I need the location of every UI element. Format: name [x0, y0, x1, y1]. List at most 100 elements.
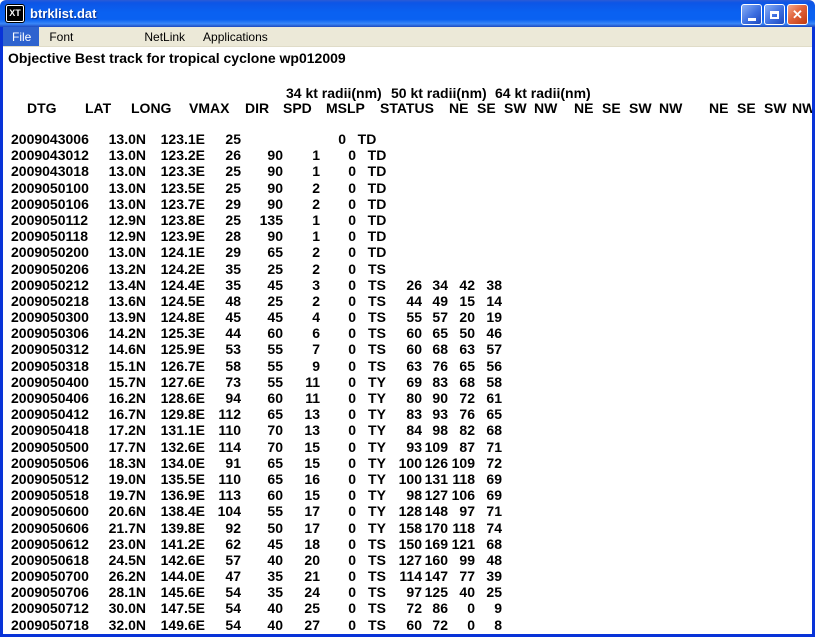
menu-font[interactable]: Font [41, 27, 81, 46]
cell-r34-ne: 93 [398, 439, 422, 455]
maximize-button[interactable] [764, 4, 785, 25]
cell-spd: 17 [283, 503, 320, 519]
cell-mslp: 0 [320, 374, 356, 390]
cell-r34-ne: 80 [398, 390, 422, 406]
close-icon: ✕ [792, 8, 803, 21]
table-row: 200905051219.0N135.5E11065160TY100131118… [3, 471, 812, 487]
menu-applications[interactable]: Applications [195, 27, 276, 46]
cell-r34-nw: 71 [475, 439, 502, 455]
table-row: 200905041216.7N129.8E11265130TY83937665 [3, 406, 812, 422]
cell-r34-sw: 77 [448, 568, 475, 584]
menu-netlink[interactable]: NetLink [136, 27, 193, 46]
cell-long: 136.9E [146, 487, 205, 503]
cell-r34-nw [475, 228, 502, 244]
cell-spd: 17 [283, 520, 320, 536]
cell-vmax: 25 [205, 131, 241, 147]
cell-r34-sw [448, 228, 475, 244]
cell-r34-nw [475, 163, 502, 179]
menubar: FileFont NetLinkApplications [3, 27, 812, 47]
cell-status: TS [356, 584, 398, 600]
cell-r34-nw: 57 [475, 341, 502, 357]
cell-vmax: 54 [205, 617, 241, 633]
cell-r34-ne: 158 [398, 520, 422, 536]
column-header-nw-19: NW [792, 100, 812, 116]
cell-r34-ne: 97 [398, 584, 422, 600]
close-button[interactable]: ✕ [787, 4, 808, 25]
table-row: 200905050017.7N132.6E11470150TY931098771 [3, 439, 812, 455]
cell-r34-sw: 15 [448, 293, 475, 309]
cell-r34-nw: 68 [475, 536, 502, 552]
cell-mslp: 0 [320, 455, 356, 471]
cell-vmax: 25 [205, 163, 241, 179]
table-row: 200905070026.2N144.0E4735210TS1141477739 [3, 568, 812, 584]
cell-lat: 13.0N [92, 147, 146, 163]
cell-r34-sw [448, 147, 475, 163]
cell-dir: 55 [241, 358, 283, 374]
cell-r34-sw: 72 [448, 390, 475, 406]
cell-long: 123.2E [146, 147, 205, 163]
cell-dir: 65 [241, 455, 283, 471]
cell-status: TS [356, 309, 398, 325]
cell-r34-nw [475, 180, 502, 196]
cell-mslp: 0 [320, 277, 356, 293]
cell-vmax: 113 [205, 487, 241, 503]
minimize-button[interactable] [741, 4, 762, 25]
cell-vmax: 62 [205, 536, 241, 552]
cell-dtg: 2009050206 [3, 261, 92, 277]
app-icon[interactable]: XT [6, 5, 24, 22]
cell-r34-ne [398, 131, 422, 147]
maximize-icon [770, 11, 779, 19]
cell-spd: 13 [283, 406, 320, 422]
cell-dtg: 2009050406 [3, 390, 92, 406]
cell-dir: 35 [241, 568, 283, 584]
cell-mslp: 0 [320, 180, 356, 196]
cell-r34-nw: 71 [475, 503, 502, 519]
cell-long: 123.1E [146, 131, 205, 147]
cell-status: TY [356, 503, 398, 519]
cell-dtg: 2009050512 [3, 471, 92, 487]
cell-vmax: 25 [205, 212, 241, 228]
table-row: 200905040015.7N127.6E7355110TY69836858 [3, 374, 812, 390]
cell-dir: 40 [241, 600, 283, 616]
cell-dir: 65 [241, 406, 283, 422]
cell-status: TS [356, 293, 398, 309]
cell-r34-sw: 65 [448, 358, 475, 374]
titlebar[interactable]: XT btrklist.dat ✕ [0, 0, 815, 27]
cell-r34-se: 169 [422, 536, 448, 552]
cell-lat: 13.0N [92, 196, 146, 212]
cell-dtg: 2009050106 [3, 196, 92, 212]
cell-mslp: 0 [320, 325, 356, 341]
cell-r34-se: 76 [422, 358, 448, 374]
cell-spd: 6 [283, 325, 320, 341]
cell-mslp: 0 [320, 471, 356, 487]
cell-dtg: 2009050100 [3, 180, 92, 196]
cell-mslp: 0 [320, 552, 356, 568]
cell-long: 125.9E [146, 341, 205, 357]
cell-spd: 11 [283, 374, 320, 390]
cell-spd: 1 [283, 212, 320, 228]
cell-dtg: 2009050400 [3, 374, 92, 390]
cell-mslp: 0 [320, 293, 356, 309]
cell-mslp: 0 [320, 390, 356, 406]
cell-r34-ne: 128 [398, 503, 422, 519]
cell-r34-nw: 69 [475, 487, 502, 503]
cell-dir [241, 131, 283, 147]
cell-r34-se [422, 180, 448, 196]
cell-lat: 19.0N [92, 471, 146, 487]
cell-long: 123.5E [146, 180, 205, 196]
column-header-sw-18: SW [764, 100, 787, 116]
column-header-dtg-0: DTG [27, 100, 57, 116]
cell-r34-ne: 127 [398, 552, 422, 568]
cell-r34-sw [448, 212, 475, 228]
cell-mslp: 0 [320, 358, 356, 374]
cell-dtg: 2009050506 [3, 455, 92, 471]
window-body: FileFontNetLinkApplications Objective Be… [0, 27, 815, 637]
cell-dir: 25 [241, 261, 283, 277]
cell-dtg: 2009050712 [3, 600, 92, 616]
cell-status: TY [356, 487, 398, 503]
cell-lat: 13.0N [92, 131, 146, 147]
cell-lat: 13.0N [92, 180, 146, 196]
cell-vmax: 54 [205, 600, 241, 616]
menu-file[interactable]: File [3, 27, 39, 46]
table-row: 200905051819.7N136.9E11360150TY981271066… [3, 487, 812, 503]
